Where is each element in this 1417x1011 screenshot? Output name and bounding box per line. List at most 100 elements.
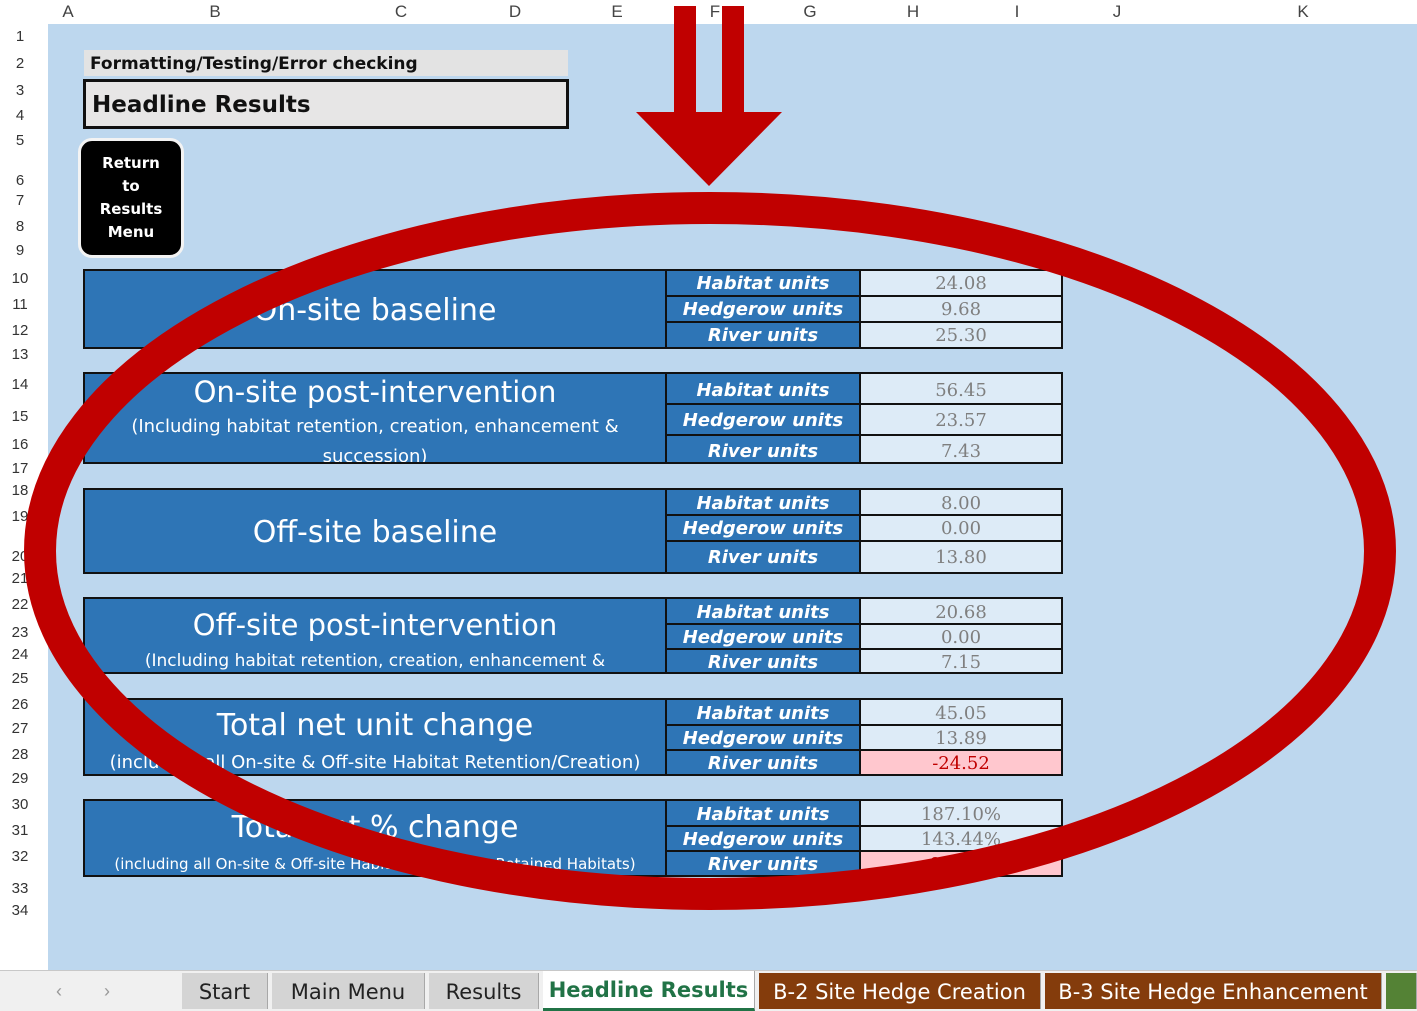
- river-units-label: River units: [707, 547, 819, 568]
- river-units-label: River units: [707, 753, 819, 774]
- column-header-f[interactable]: F: [700, 2, 730, 22]
- tab-next-sheet-partial[interactable]: [1386, 973, 1417, 1009]
- row-header-label[interactable]: 32: [0, 848, 40, 865]
- tab-main-menu[interactable]: Main Menu: [272, 973, 425, 1009]
- row-header-label[interactable]: 2: [0, 55, 40, 72]
- habitat-units-label: Habitat units: [667, 599, 859, 625]
- hedgerow-units-value[interactable]: 0.00: [859, 516, 1061, 542]
- row-header-label[interactable]: 25: [0, 670, 40, 687]
- row-header-label[interactable]: 30: [0, 796, 40, 813]
- tab-start[interactable]: Start: [182, 973, 268, 1009]
- habitat-units-value[interactable]: 187.10%: [859, 801, 1061, 827]
- hedgerow-units-value[interactable]: 23.57: [859, 405, 1061, 436]
- row-header-label[interactable]: 24: [0, 646, 40, 663]
- river-units-label: River units: [707, 325, 819, 346]
- hedgerow-units-label: Hedgerow units: [667, 827, 859, 852]
- row-header-label[interactable]: 10: [0, 270, 40, 287]
- tab-results[interactable]: Results: [429, 973, 539, 1009]
- row-header-label[interactable]: 33: [0, 880, 40, 897]
- river-units-value[interactable]: -24.52: [859, 751, 1061, 774]
- column-header-b[interactable]: B: [200, 2, 230, 22]
- section-title-cell[interactable]: On-site post-intervention (Including hab…: [85, 374, 667, 462]
- row-header-label[interactable]: 14: [0, 376, 40, 393]
- column-header-e[interactable]: E: [602, 2, 632, 22]
- row-header-label[interactable]: 22: [0, 596, 40, 613]
- row-header-label[interactable]: 34: [0, 902, 40, 919]
- tab-headline-results[interactable]: Headline Results: [543, 971, 755, 1011]
- row-header-label[interactable]: 8: [0, 218, 40, 235]
- river-units-value[interactable]: 13.80: [859, 542, 1061, 572]
- return-to-results-menu-button[interactable]: Return to Results Menu: [78, 138, 184, 258]
- row-header-label[interactable]: 31: [0, 822, 40, 839]
- habitat-units-value[interactable]: 20.68: [859, 599, 1061, 625]
- value-column: 45.05 13.89 -24.52: [859, 700, 1061, 774]
- row-header-label[interactable]: 27: [0, 720, 40, 737]
- unit-label-column: Habitat units Hedgerow units River units: [667, 599, 859, 673]
- river-units-label: River units: [707, 854, 819, 875]
- river-units-value[interactable]: 7.15: [859, 650, 1061, 673]
- section-title-cell[interactable]: Total net unit change (including all On-…: [85, 700, 667, 774]
- row-header-label[interactable]: 12: [0, 322, 40, 339]
- row-header-label[interactable]: 1: [0, 28, 40, 45]
- row-header-label[interactable]: 21: [0, 570, 40, 587]
- section-subtitle: (Including habitat retention, creation, …: [131, 416, 619, 462]
- row-header-label[interactable]: 4: [0, 107, 40, 124]
- habitat-units-label: Habitat units: [667, 700, 859, 726]
- next-sheet-icon[interactable]: ›: [104, 981, 110, 1002]
- habitat-units-value[interactable]: 45.05: [859, 700, 1061, 726]
- value-column: 187.10% 143.44% -96.93%: [859, 801, 1061, 875]
- hedgerow-units-value[interactable]: 13.89: [859, 726, 1061, 751]
- hedgerow-units-value[interactable]: 143.44%: [859, 827, 1061, 852]
- row-header-label[interactable]: 17: [0, 460, 40, 477]
- column-header-a[interactable]: A: [56, 2, 80, 22]
- column-header-d[interactable]: D: [500, 2, 530, 22]
- row-header-label[interactable]: 9: [0, 242, 40, 259]
- column-header-c[interactable]: C: [386, 2, 416, 22]
- column-header-j[interactable]: J: [1102, 2, 1132, 22]
- row-header-label[interactable]: 3: [0, 82, 40, 99]
- hedgerow-units-value[interactable]: 9.68: [859, 297, 1061, 323]
- page-title: Headline Results: [83, 79, 569, 129]
- river-units-value[interactable]: 25.30: [859, 323, 1061, 347]
- row-header-label[interactable]: 7: [0, 192, 40, 209]
- column-header-i[interactable]: I: [1002, 2, 1032, 22]
- river-units-value[interactable]: -96.93%: [859, 852, 1061, 875]
- section-subtitle: (Including habitat retention, creation, …: [144, 651, 606, 671]
- column-header-bar: A B C D E F G H I J K: [0, 0, 1417, 25]
- row-header-label[interactable]: 6: [0, 172, 40, 189]
- row-header-label[interactable]: 5: [0, 132, 40, 149]
- row-header-label[interactable]: 15: [0, 408, 40, 425]
- section-title: Total net % change: [231, 810, 519, 845]
- row-header-label[interactable]: 28: [0, 746, 40, 763]
- column-header-k[interactable]: K: [1288, 2, 1318, 22]
- tab-b3-site-hedge-enhancement[interactable]: B-3 Site Hedge Enhancement: [1045, 973, 1382, 1009]
- row-header-label[interactable]: 16: [0, 436, 40, 453]
- row-header-label[interactable]: 18: [0, 482, 40, 499]
- habitat-units-value[interactable]: 24.08: [859, 271, 1061, 297]
- hedgerow-units-value[interactable]: 0.00: [859, 625, 1061, 650]
- section-title-cell[interactable]: On-site baseline: [85, 271, 667, 347]
- habitat-units-value[interactable]: 56.45: [859, 374, 1061, 405]
- section-title: On-site baseline: [253, 293, 497, 328]
- row-header-label[interactable]: 19: [0, 508, 40, 525]
- hedgerow-units-label: Hedgerow units: [667, 516, 859, 542]
- column-header-g[interactable]: G: [795, 2, 825, 22]
- section-title-cell[interactable]: Off-site baseline: [85, 490, 667, 572]
- section-title-cell[interactable]: Off-site post-intervention (Including ha…: [85, 599, 667, 672]
- row-header-label[interactable]: 29: [0, 770, 40, 787]
- row-header-label[interactable]: 26: [0, 696, 40, 713]
- row-header-label[interactable]: 11: [0, 296, 40, 313]
- tab-b2-site-hedge-creation[interactable]: B-2 Site Hedge Creation: [759, 973, 1041, 1009]
- previous-sheet-icon[interactable]: ‹: [56, 981, 62, 1002]
- habitat-units-value[interactable]: 8.00: [859, 490, 1061, 516]
- spreadsheet-window: A B C D E F G H I J K 1 2 3 4 5 6 7 8 9 10 11 12 13 1…: [0, 0, 1417, 1011]
- section-subtitle: (including all On-site & Off-site Habita…: [109, 752, 641, 773]
- row-header-label[interactable]: 13: [0, 346, 40, 363]
- row-header-label[interactable]: 20: [0, 548, 40, 565]
- river-units-value[interactable]: 7.43: [859, 436, 1061, 462]
- section-title-cell[interactable]: Total net % change (including all On-sit…: [85, 801, 667, 875]
- section-title: Off-site baseline: [252, 515, 498, 550]
- row-header-label[interactable]: 23: [0, 624, 40, 641]
- habitat-units-label: Habitat units: [667, 271, 859, 297]
- column-header-h[interactable]: H: [898, 2, 928, 22]
